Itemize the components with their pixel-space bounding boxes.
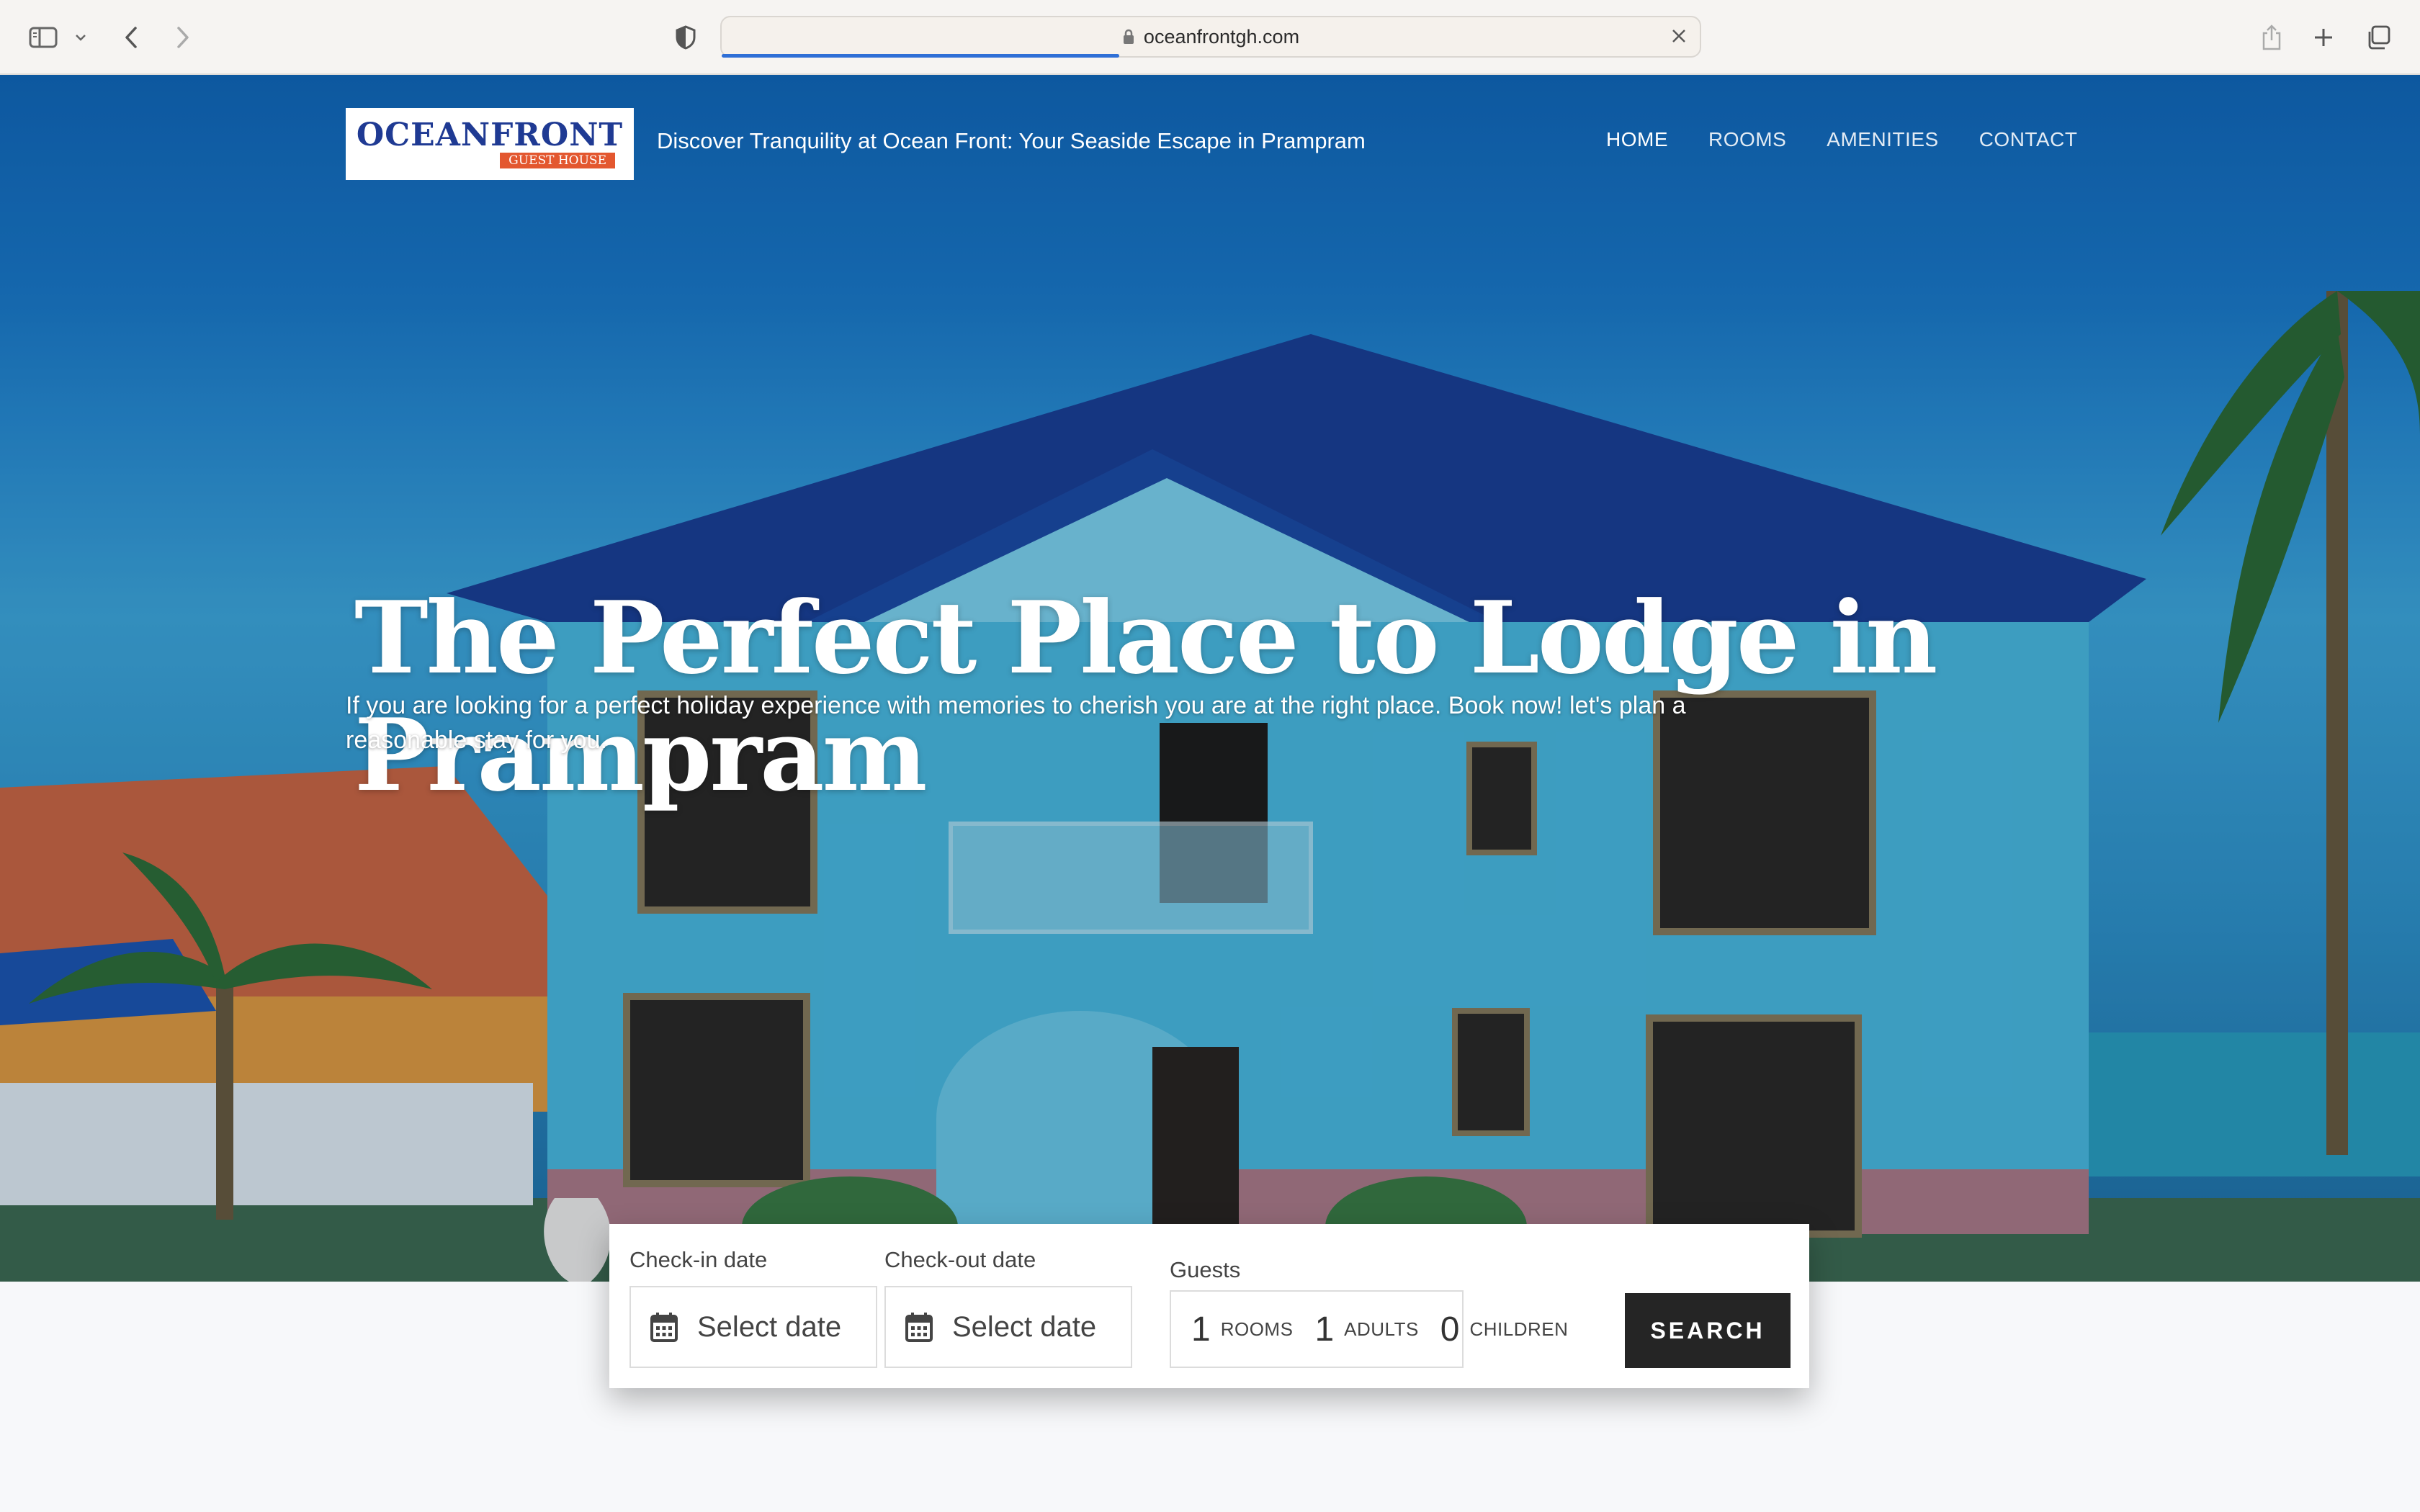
hero-subtitle: If you are looking for a perfect holiday…: [346, 692, 1686, 754]
site-logo[interactable]: OCEANFRONT GUEST HOUSE: [346, 108, 634, 180]
share-icon[interactable]: [2259, 19, 2285, 56]
shield-icon[interactable]: [673, 19, 699, 56]
nav-amenities[interactable]: AMENITIES: [1827, 128, 1938, 151]
main-nav: HOME ROOMS AMENITIES CONTACT: [1606, 128, 2077, 151]
url-text: oceanfrontgh.com: [1143, 25, 1300, 48]
tabs-overview-icon[interactable]: [2364, 19, 2393, 56]
checkin-placeholder: Select date: [697, 1310, 842, 1343]
rooms-count: 1: [1191, 1310, 1211, 1349]
lock-icon: [1123, 29, 1134, 44]
booking-form: Check-in date Select date Check-out date…: [609, 1224, 1809, 1388]
adults-count: 1: [1314, 1310, 1335, 1349]
children-unit: CHILDREN: [1469, 1318, 1569, 1340]
checkin-label: Check-in date: [629, 1247, 768, 1272]
browser-toolbar: oceanfrontgh.com: [0, 0, 2420, 75]
checkout-label: Check-out date: [884, 1247, 1036, 1272]
checkout-date-field[interactable]: Select date: [884, 1286, 1132, 1368]
logo-wordmark: OCEANFRONT: [356, 117, 624, 153]
nav-rooms[interactable]: ROOMS: [1708, 128, 1786, 151]
guests-label: Guests: [1170, 1257, 1241, 1282]
sidebar-icon[interactable]: [27, 19, 59, 56]
search-button[interactable]: SEARCH: [1625, 1293, 1791, 1368]
calendar-icon: [905, 1313, 933, 1342]
calendar-icon: [650, 1313, 678, 1342]
new-tab-icon[interactable]: [2311, 19, 2336, 56]
adults-unit: ADULTS: [1344, 1318, 1419, 1340]
rooms-unit: ROOMS: [1220, 1318, 1294, 1340]
checkin-date-field[interactable]: Select date: [629, 1286, 877, 1368]
address-bar[interactable]: oceanfrontgh.com: [720, 16, 1701, 58]
checkout-placeholder: Select date: [952, 1310, 1097, 1343]
children-count: 0: [1440, 1310, 1460, 1349]
page-load-progress: [722, 54, 1119, 58]
hero-section: OCEANFRONT GUEST HOUSE Discover Tranquil…: [0, 75, 2420, 1282]
forward-icon[interactable]: [170, 19, 196, 56]
back-icon[interactable]: [118, 19, 144, 56]
nav-home[interactable]: HOME: [1606, 128, 1668, 151]
logo-subtitle: GUEST HOUSE: [500, 153, 615, 168]
close-icon[interactable]: [1670, 27, 1688, 49]
nav-contact[interactable]: CONTACT: [1979, 128, 2078, 151]
site-tagline: Discover Tranquility at Ocean Front: You…: [657, 128, 1366, 153]
chevron-down-icon[interactable]: [72, 19, 89, 56]
guests-selector[interactable]: 1 ROOMS 1 ADULTS 0 CHILDREN: [1170, 1290, 1568, 1368]
url-display[interactable]: oceanfrontgh.com: [722, 17, 1700, 56]
